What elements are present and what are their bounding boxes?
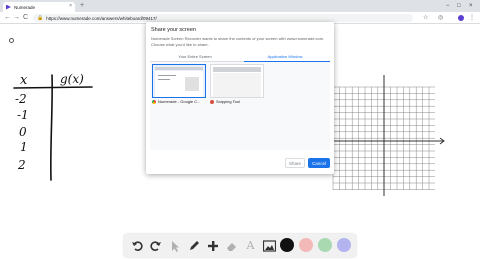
color-swatch-black[interactable] [280,238,294,252]
tab-entire-screen[interactable]: Your Entire Screen [150,54,240,59]
chrome-icon [152,99,156,104]
snipping-tool-icon [210,99,214,104]
add-icon[interactable] [205,238,220,253]
browser-tab[interactable]: Numerade × [3,2,75,12]
bookmark-star-icon[interactable]: ☆ [423,14,428,22]
dialog-title: Share your screen [151,27,196,33]
close-window-button[interactable]: × [469,2,473,10]
tab-close-icon[interactable]: × [69,3,72,9]
new-tab-button[interactable]: + [80,2,84,10]
address-bar[interactable]: 🔒 https://www.numerade.com/answers/white… [33,14,413,22]
window-thumbnail [152,64,206,98]
profile-avatar[interactable] [458,15,464,21]
share-screen-dialog: Share your screen Numerade Screen Record… [146,22,334,174]
text-icon[interactable]: A [243,238,258,253]
pointer-icon[interactable] [167,238,182,253]
cancel-button[interactable]: Cancel [308,158,330,168]
tool-palette: A [124,234,356,257]
eraser-icon[interactable] [224,238,239,253]
reload-button[interactable]: C [23,13,28,23]
redo-icon[interactable] [148,238,163,253]
tab-application-window[interactable]: Application Window [240,54,330,59]
minimize-button[interactable]: − [446,2,450,10]
menu-kebab-icon[interactable]: ⋮ [469,14,475,22]
extension-icon[interactable]: ◎ [438,14,443,22]
window-option-numerade[interactable]: Numerade - Google C... [152,64,206,108]
maximize-button[interactable]: □ [457,2,461,10]
window-list: Numerade - Google C... Snipping Tool [150,62,330,150]
pen-icon[interactable] [186,238,201,253]
dialog-tabs: Your Entire Screen Application Window [150,52,330,62]
undo-icon[interactable] [129,238,144,253]
color-swatch-lavender[interactable] [337,238,351,252]
browser-tab-strip: Numerade × + − □ × [0,0,480,12]
lock-icon: 🔒 [37,15,44,21]
window-label: Numerade - Google C... [158,99,201,104]
numerade-favicon-icon [6,4,11,10]
color-swatch-green[interactable] [318,238,332,252]
forward-button[interactable]: → [13,13,20,23]
window-thumbnail [210,64,264,98]
window-option-snipping-tool[interactable]: Snipping Tool [210,64,264,108]
window-label: Snipping Tool [216,99,240,104]
color-swatch-pink[interactable] [299,238,313,252]
share-button[interactable]: Share [285,158,305,168]
tab-title: Numerade [14,4,36,10]
back-button[interactable]: ← [4,13,11,23]
image-icon[interactable] [262,238,277,253]
url-text: https://www.numerade.com/answers/whitebo… [46,15,157,21]
dialog-description: Numerade Screen Recorder wants to share … [151,36,325,47]
